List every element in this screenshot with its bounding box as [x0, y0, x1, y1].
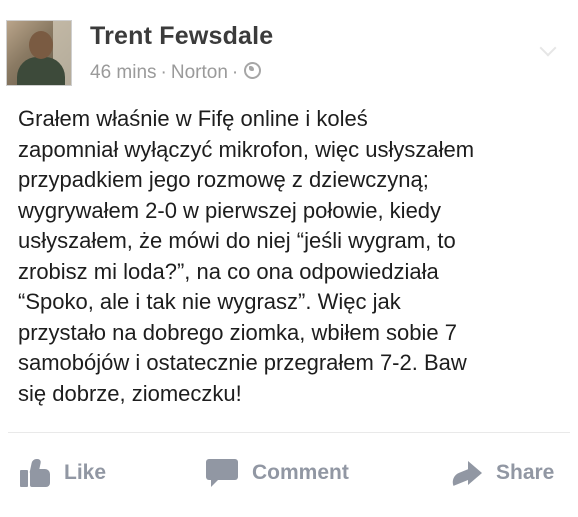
post-header: Trent Fewsdale 46 mins · Norton · [6, 12, 566, 92]
like-button[interactable]: Like [20, 446, 106, 500]
comment-button[interactable]: Comment [206, 446, 349, 500]
like-label: Like [64, 461, 107, 484]
avatar-body [17, 57, 65, 85]
divider [8, 432, 570, 433]
meta-separator: · [231, 62, 239, 83]
share-button[interactable]: Share [448, 446, 554, 500]
chevron-down-icon[interactable] [539, 39, 557, 57]
thumbs-up-icon [20, 459, 50, 487]
facebook-post: Trent Fewsdale 46 mins · Norton · Grałem wł… [0, 0, 578, 517]
post-time[interactable]: 46 mins [90, 62, 157, 83]
post-body: Grałem właśnie w Fifę online i koleś zap… [18, 106, 475, 406]
comment-label: Comment [252, 461, 349, 484]
meta-separator: · [160, 62, 167, 83]
globe-icon [244, 62, 262, 79]
author-name[interactable]: Trent Fewsdale [90, 22, 273, 51]
speech-bubble-icon [206, 459, 238, 487]
share-label: Share [496, 461, 555, 484]
avatar-face [29, 31, 53, 59]
post-location[interactable]: Norton [171, 62, 228, 83]
share-arrow-icon [448, 460, 482, 486]
post-meta: 46 mins · Norton · [90, 62, 262, 84]
post-actions: Like Comment Share [0, 446, 578, 500]
avatar[interactable] [6, 20, 72, 86]
